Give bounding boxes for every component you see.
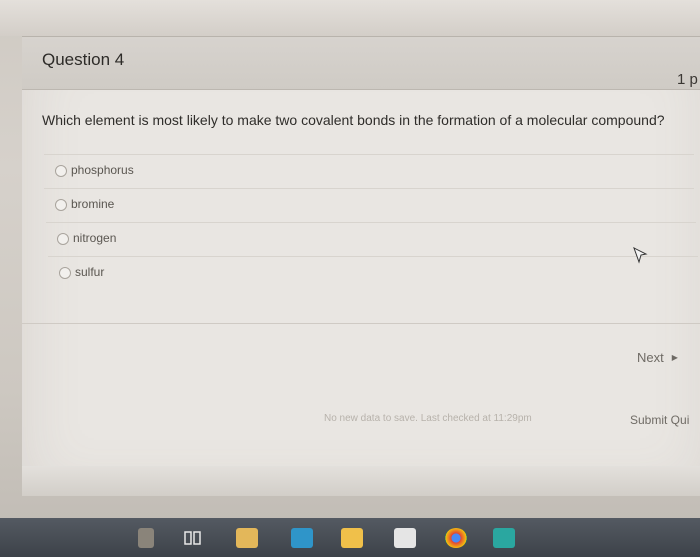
question-text: Which element is most likely to make two…	[42, 112, 665, 128]
autosave-status: No new data to save. Last checked at 11:…	[324, 413, 532, 424]
lock-app-icon[interactable]	[341, 528, 363, 548]
answer-label: sulfur	[75, 265, 105, 279]
taskbar	[0, 518, 700, 557]
radio-button[interactable]	[57, 233, 69, 245]
next-label: Next	[637, 350, 664, 365]
answer-option-phosphorus[interactable]: phosphorus	[44, 154, 694, 189]
mail-icon[interactable]	[394, 528, 416, 548]
question-points: 1 p	[677, 71, 698, 88]
question-card: Question 4 1 p Which element is most lik…	[22, 36, 700, 496]
radio-button[interactable]	[55, 165, 67, 177]
browser-top-strip	[0, 0, 700, 36]
answer-option-bromine[interactable]: bromine	[44, 188, 694, 223]
card-bottom	[22, 466, 700, 496]
app-icon[interactable]	[493, 528, 515, 548]
store-icon[interactable]	[291, 528, 313, 548]
answer-label: bromine	[71, 197, 115, 211]
divider	[22, 323, 700, 324]
recycle-icon[interactable]	[138, 528, 154, 548]
chevron-right-icon: ▶	[671, 353, 678, 362]
radio-button[interactable]	[59, 267, 71, 279]
answer-label: phosphorus	[71, 163, 134, 177]
question-header: Question 4 1 p	[22, 36, 700, 90]
submit-quiz-button[interactable]: Submit Qui	[630, 413, 689, 427]
answer-option-sulfur[interactable]: sulfur	[48, 256, 698, 291]
task-view-icon[interactable]	[182, 528, 204, 548]
folder-icon[interactable]	[236, 528, 258, 548]
answer-label: nitrogen	[73, 231, 117, 245]
mouse-pointer-icon	[633, 246, 648, 264]
radio-button[interactable]	[55, 199, 67, 211]
next-button[interactable]: Next ▶	[637, 350, 678, 365]
chrome-icon[interactable]	[445, 528, 467, 548]
answer-option-nitrogen[interactable]: nitrogen	[46, 222, 696, 257]
question-title: Question 4	[42, 50, 125, 69]
